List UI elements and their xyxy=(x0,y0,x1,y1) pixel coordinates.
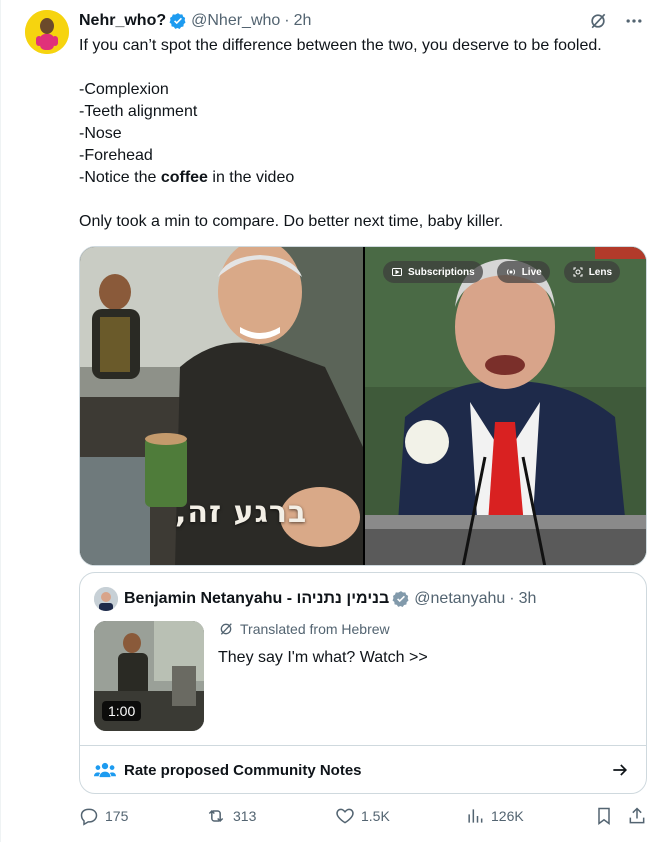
quoted-author-avatar[interactable] xyxy=(94,587,118,611)
translated-label-row: Translated from Hebrew xyxy=(218,621,390,637)
tweet-line: -Nose xyxy=(79,125,122,142)
tweet-line: Only took a min to compare. Do better ne… xyxy=(79,213,504,230)
share-button[interactable] xyxy=(627,806,647,826)
media-image-left[interactable]: ברגע זה, xyxy=(80,247,363,565)
tweet-action-bar: 175 313 1.5K 126K xyxy=(79,806,647,834)
header-actions xyxy=(588,11,644,31)
bookmark-icon xyxy=(598,807,610,825)
subscriptions-icon xyxy=(392,268,402,276)
like-count: 1.5K xyxy=(361,808,390,824)
tweet-line-suffix: in the video xyxy=(207,169,295,186)
hebrew-caption: ברגע זה, xyxy=(175,495,308,530)
translate-icon xyxy=(220,623,232,635)
tweet-header: Nehr_who? @Nher_who · 2h xyxy=(79,11,644,31)
repost-icon xyxy=(208,809,224,823)
quoted-tweet[interactable]: Benjamin Netanyahu - בנימין נתניהו @neta… xyxy=(79,572,647,794)
share-icon xyxy=(629,807,645,824)
community-notes-icon xyxy=(94,761,116,779)
verified-badge-icon[interactable] xyxy=(392,590,410,608)
views-icon xyxy=(468,809,483,823)
views-button[interactable]: 126K xyxy=(465,806,524,826)
tweet-line: -Forehead xyxy=(79,147,153,164)
verified-badge-icon[interactable] xyxy=(169,12,187,30)
lens-pill[interactable]: Lens xyxy=(563,261,621,283)
bookmark-button[interactable] xyxy=(594,806,614,826)
media-image-right[interactable]: Subscriptions Live Lens xyxy=(365,247,646,565)
repost-count: 313 xyxy=(233,808,257,824)
community-notes-label: Rate proposed Community Notes xyxy=(124,761,362,779)
community-notes-row[interactable]: Rate proposed Community Notes xyxy=(94,746,632,793)
separator-dot: · xyxy=(284,12,290,29)
subscriptions-label: Subscriptions xyxy=(408,266,475,278)
lens-icon xyxy=(573,267,583,277)
author-name[interactable]: Nehr_who? xyxy=(79,12,166,30)
tweet-line: If you can’t spot the difference between… xyxy=(79,37,602,54)
translated-label[interactable]: Translated from Hebrew xyxy=(240,621,390,637)
quoted-tweet-header: Benjamin Netanyahu - בנימין נתניהו @neta… xyxy=(94,587,536,611)
author-handle[interactable]: @Nher_who xyxy=(191,12,280,30)
tweet-time[interactable]: 2h xyxy=(294,12,312,30)
quoted-video-thumbnail[interactable]: 1:00 xyxy=(94,621,204,731)
video-overlay-buttons: Subscriptions Live Lens xyxy=(383,261,621,283)
tweet-media[interactable]: ברגע זה, Subscriptions Live Lens xyxy=(79,246,647,566)
separator-dot: · xyxy=(509,590,515,607)
arrow-right-icon[interactable] xyxy=(610,760,630,780)
quoted-author-name[interactable]: Benjamin Netanyahu - בנימין נתניהו xyxy=(124,590,389,608)
tweet-line-prefix: -Notice the xyxy=(79,169,157,186)
subscriptions-pill[interactable]: Subscriptions xyxy=(383,261,483,283)
reply-icon xyxy=(80,808,98,826)
like-icon xyxy=(336,808,354,824)
quoted-tweet-text: They say I'm what? Watch >> xyxy=(218,649,428,666)
live-label: Live xyxy=(521,266,542,278)
like-button[interactable]: 1.5K xyxy=(335,806,390,826)
author-avatar[interactable] xyxy=(25,10,69,54)
tweet-line-coffee: -Notice the coffee in the video xyxy=(79,167,649,189)
video-duration: 1:00 xyxy=(102,701,142,721)
reply-button[interactable]: 175 xyxy=(79,806,128,826)
reply-count: 175 xyxy=(105,808,129,824)
tweet-line: -Complexion xyxy=(79,81,169,98)
views-count: 126K xyxy=(491,808,524,824)
bold-word: coffee xyxy=(160,169,208,186)
quoted-tweet-time[interactable]: 3h xyxy=(519,590,537,608)
tweet-text: If you can’t spot the difference between… xyxy=(79,35,649,233)
tweet-line: -Teeth alignment xyxy=(79,103,198,120)
more-icon[interactable] xyxy=(624,11,644,31)
lens-label: Lens xyxy=(588,266,613,278)
tweet-page: Nehr_who? @Nher_who · 2h If you can’t sp… xyxy=(0,0,664,842)
grok-icon[interactable] xyxy=(588,11,608,31)
live-icon xyxy=(506,269,515,275)
live-pill[interactable]: Live xyxy=(496,261,550,283)
repost-button[interactable]: 313 xyxy=(205,806,256,826)
quoted-author-handle[interactable]: @netanyahu xyxy=(414,590,505,608)
